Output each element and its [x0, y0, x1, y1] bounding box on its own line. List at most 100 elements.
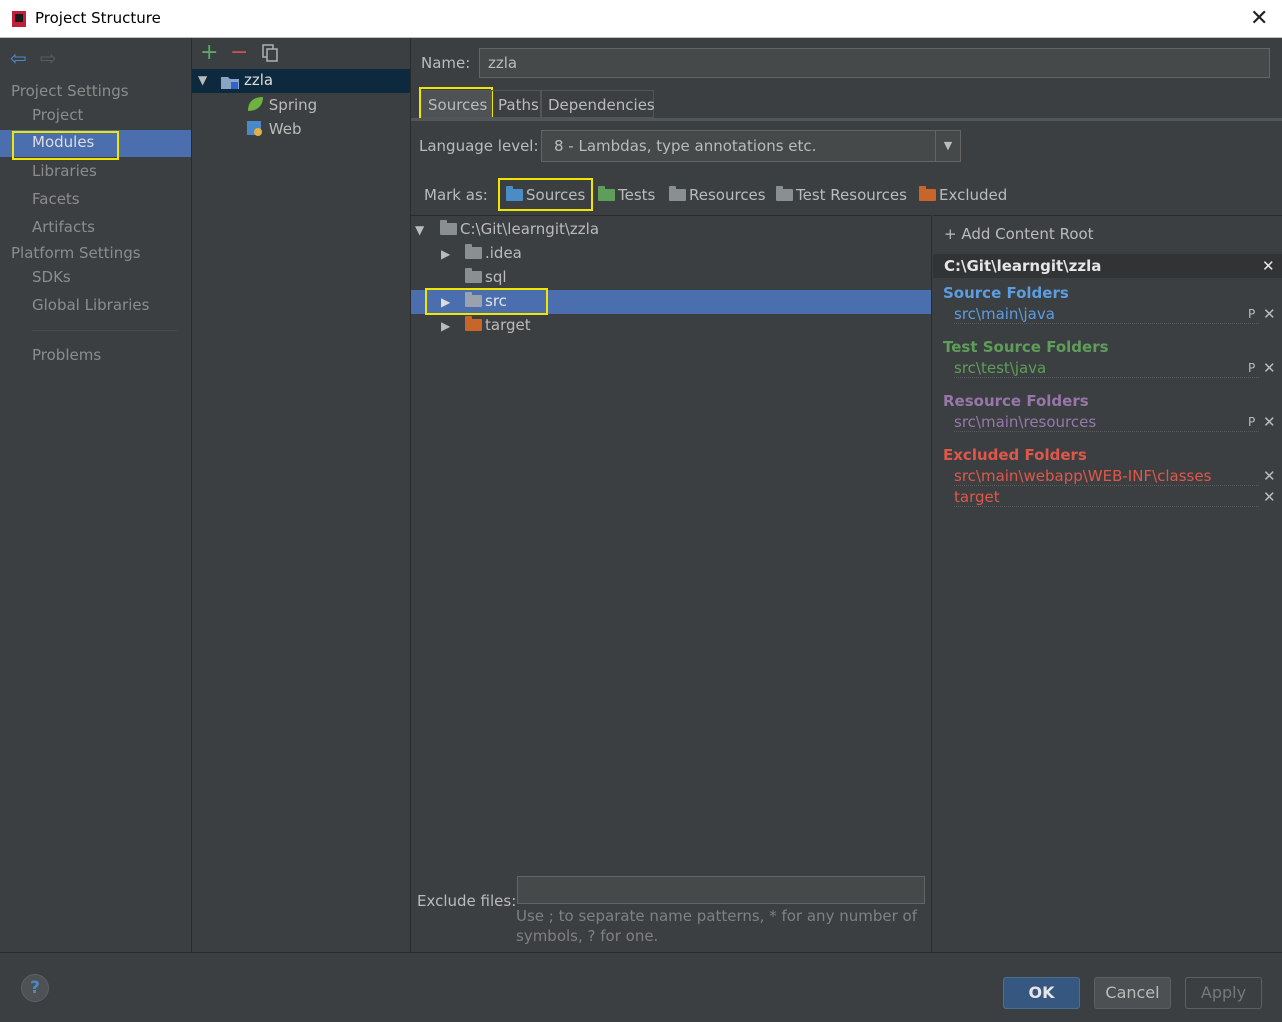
folder-icon [465, 268, 482, 283]
mark-sources-highlight-box [498, 178, 593, 211]
properties-icon[interactable]: P [1248, 415, 1255, 429]
excluded-folder-path-1: src\main\webapp\WEB-INF\classes [954, 467, 1259, 486]
sources-tab-highlight-box [419, 87, 493, 120]
sidebar-item-artifacts[interactable]: Artifacts [32, 218, 95, 236]
sidebar-divider [32, 330, 177, 331]
excluded-folder-icon [919, 186, 936, 201]
excluded-folder-icon [465, 316, 482, 331]
spring-leaf-icon [248, 97, 263, 111]
content-root-path: C:\Git\learngit\zzla [944, 257, 1102, 275]
excluded-folder-path-2: target [954, 488, 1259, 507]
sidebar-item-facets[interactable]: Facets [32, 190, 80, 208]
mark-excluded-button[interactable]: Excluded [919, 186, 1007, 204]
mark-test-resources-button[interactable]: Test Resources [776, 186, 907, 204]
tab-underline [411, 118, 1282, 121]
sidebar-item-sdks[interactable]: SDKs [32, 268, 71, 286]
exclude-hint-line2: symbols, ? for one. [516, 927, 659, 945]
apply-button[interactable]: Apply [1185, 977, 1262, 1009]
copy-icon[interactable] [261, 44, 279, 62]
close-icon[interactable]: ✕ [1250, 6, 1268, 31]
mark-resources-button[interactable]: Resources [669, 186, 766, 204]
mark-resources-label: Resources [689, 186, 766, 204]
remove-test-icon[interactable]: ✕ [1263, 359, 1276, 377]
web-facet-icon [247, 121, 262, 136]
remove-resource-icon[interactable]: ✕ [1263, 413, 1276, 431]
exclude-files-label: Exclude files: [417, 892, 517, 910]
tree-target-label: target [485, 316, 531, 334]
name-label: Name: [421, 54, 471, 72]
test-folder-path: src\test\java [954, 359, 1259, 378]
title-bar: Project Structure ✕ [0, 0, 1282, 38]
excluded-folders-heading: Excluded Folders [943, 446, 1087, 464]
content-root-panel: + Add Content Root C:\Git\learngit\zzla … [933, 215, 1282, 952]
tree-row-web[interactable]: Web [246, 120, 301, 138]
sidebar-item-libraries[interactable]: Libraries [32, 162, 97, 180]
sidebar-item-project[interactable]: Project [32, 106, 83, 124]
tree-row-spring[interactable]: Spring [246, 96, 317, 114]
language-level-select[interactable]: 8 - Lambdas, type annotations etc. ▼ [541, 130, 961, 162]
resource-folder-path: src\main\resources [954, 413, 1259, 432]
content-file-tree[interactable]: ▼ C:\Git\learngit\zzla ▶ .idea sql ▶ src… [411, 215, 932, 952]
tab-dependencies[interactable]: Dependencies [541, 90, 655, 118]
remove-excluded-icon[interactable]: ✕ [1263, 488, 1276, 506]
name-input[interactable]: zzla [479, 48, 1270, 78]
section-project-settings: Project Settings [11, 82, 129, 100]
mark-tests-button[interactable]: Tests [598, 186, 655, 204]
settings-sidebar: ⇦ ⇨ Project Settings Project Modules Lib… [0, 38, 192, 952]
content-root-header: C:\Git\learngit\zzla ✕ [933, 254, 1282, 278]
tree-root-label: C:\Git\learngit\zzla [460, 220, 600, 238]
tree-row-zzla[interactable]: ▼ zzla [192, 69, 410, 93]
facet-spring-label: Spring [268, 96, 318, 114]
expand-arrow-icon[interactable]: ▼ [198, 73, 207, 87]
folder-icon [465, 244, 482, 259]
tree-row-sql[interactable]: sql [465, 268, 507, 286]
exclude-files-input[interactable] [517, 876, 925, 904]
module-settings-panel: Name: zzla Sources Paths Dependencies La… [411, 38, 1282, 952]
tree-row-root[interactable]: C:\Git\learngit\zzla [440, 220, 599, 238]
modules-highlight-box [12, 131, 119, 160]
remove-source-icon[interactable]: ✕ [1263, 305, 1276, 323]
remove-excluded-icon[interactable]: ✕ [1263, 467, 1276, 485]
dialog-button-bar: ? OK Cancel Apply [0, 952, 1282, 1022]
window-title: Project Structure [35, 9, 161, 27]
properties-icon[interactable]: P [1248, 361, 1255, 375]
add-icon[interactable]: + [200, 42, 218, 64]
module-folder-icon [221, 77, 239, 89]
src-highlight-box [425, 288, 548, 315]
tree-sql-label: sql [485, 268, 507, 286]
sidebar-item-problems[interactable]: Problems [32, 346, 101, 364]
tests-folder-icon [598, 186, 615, 201]
mark-tests-label: Tests [618, 186, 656, 204]
facet-web-label: Web [268, 120, 302, 138]
exclude-hint-line1: Use ; to separate name patterns, * for a… [516, 907, 917, 925]
add-content-root-button[interactable]: + Add Content Root [944, 225, 1094, 243]
tree-idea-label: .idea [485, 244, 522, 262]
help-button[interactable]: ? [21, 974, 49, 1002]
ok-button[interactable]: OK [1003, 977, 1080, 1009]
module-tree-panel: + − ▼ zzla Spring Web [192, 38, 411, 952]
sidebar-item-global-libraries[interactable]: Global Libraries [32, 296, 149, 314]
remove-root-icon[interactable]: ✕ [1262, 254, 1275, 278]
language-level-label: Language level: [419, 137, 539, 155]
source-folder-path: src\main\java [954, 305, 1259, 324]
tree-row-target[interactable]: target [465, 316, 531, 334]
forward-arrow-icon[interactable]: ⇨ [40, 46, 57, 70]
source-folders-heading: Source Folders [943, 284, 1069, 302]
chevron-down-icon[interactable]: ▼ [935, 131, 960, 161]
back-arrow-icon[interactable]: ⇦ [10, 46, 27, 70]
tree-row-idea[interactable]: .idea [465, 244, 522, 262]
test-folders-heading: Test Source Folders [943, 338, 1109, 356]
cancel-button[interactable]: Cancel [1094, 977, 1171, 1009]
collapsed-arrow-icon[interactable]: ▶ [441, 247, 450, 261]
mark-test-resources-label: Test Resources [796, 186, 907, 204]
collapsed-arrow-icon[interactable]: ▶ [441, 319, 450, 333]
resources-folder-icon [669, 186, 686, 201]
remove-icon[interactable]: − [230, 42, 248, 64]
test-resources-folder-icon [776, 186, 793, 201]
expand-arrow-icon[interactable]: ▼ [415, 223, 424, 237]
module-name: zzla [244, 71, 274, 89]
mark-as-label: Mark as: [424, 186, 488, 204]
tab-paths[interactable]: Paths [491, 90, 541, 118]
resource-folders-heading: Resource Folders [943, 392, 1089, 410]
properties-icon[interactable]: P [1248, 307, 1255, 321]
